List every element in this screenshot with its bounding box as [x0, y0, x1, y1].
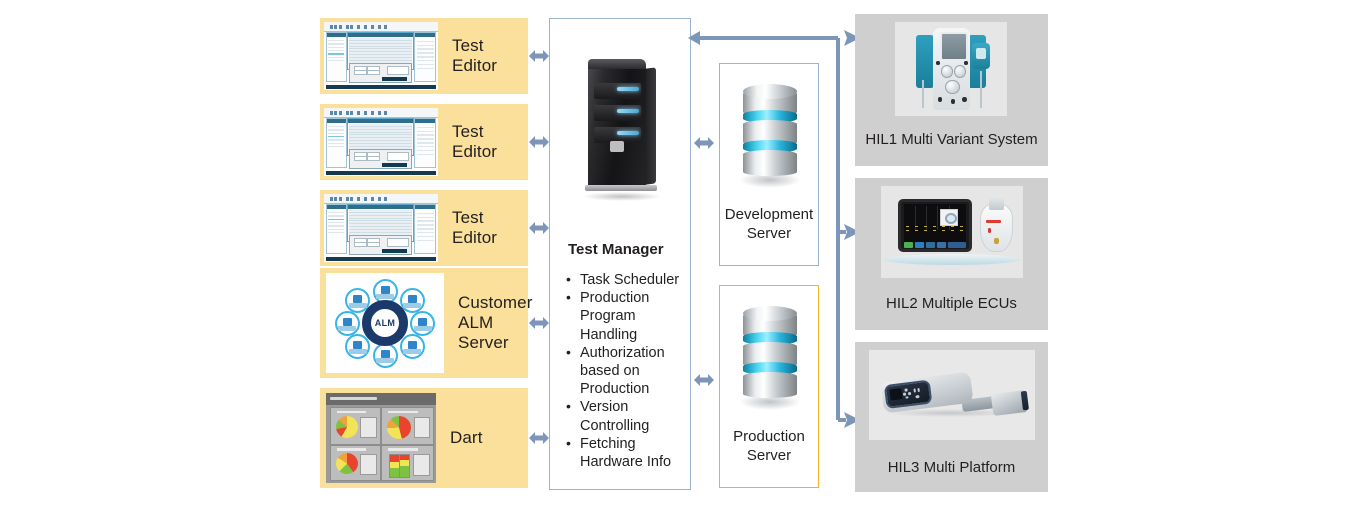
diagram-canvas: Test Editor Test Editor Test Editor ALM …	[0, 0, 1366, 506]
feature-item: Fetching Hardware Info	[564, 434, 682, 471]
connector-client3-to-manager	[528, 218, 550, 238]
patient-monitor-photo	[881, 186, 1023, 278]
feature-item: Production Program Handling	[564, 288, 682, 344]
connector-alm-to-manager	[528, 313, 550, 333]
test-editor-thumbnail-2	[324, 108, 438, 176]
feature-item: Authorization based on Production	[564, 343, 682, 399]
alm-center-ring: ALM	[362, 300, 408, 346]
test-editor-thumbnail-1	[324, 22, 438, 90]
hil-card-2[interactable]: HIL2 Multiple ECUs	[855, 178, 1048, 330]
client-label-5: Dart	[450, 427, 483, 447]
client-card-test-editor-1[interactable]: Test Editor	[320, 18, 528, 94]
feature-item: Task Scheduler	[564, 270, 682, 289]
alm-node-3	[410, 310, 436, 336]
client-label-4: Customer ALM Server	[458, 292, 533, 353]
client-card-dart[interactable]: Dart	[320, 388, 528, 488]
client-card-test-editor-2[interactable]: Test Editor	[320, 104, 528, 180]
client-label-1: Test Editor	[452, 35, 498, 75]
hil-card-3[interactable]: HIL3 Multi Platform	[855, 342, 1048, 492]
test-manager-feature-list: Task Scheduler Production Program Handli…	[564, 270, 682, 471]
dialysis-machine-photo	[895, 22, 1007, 116]
client-card-customer-alm-server[interactable]: ALM Customer ALM Server	[320, 268, 532, 378]
hil-card-1[interactable]: HIL1 Multi Variant System	[855, 14, 1048, 166]
connector-dart-to-manager	[528, 428, 550, 448]
feature-item: Version Controlling	[564, 397, 682, 434]
dart-dashboard	[326, 393, 436, 483]
alm-node-5	[372, 342, 398, 368]
alm-wheel-thumbnail: ALM	[326, 273, 444, 373]
hil-label-2: HIL2 Multiple ECUs	[886, 295, 1017, 312]
alm-node-7	[334, 310, 360, 336]
alm-wheel-diagram: ALM	[326, 273, 444, 373]
alm-ring-label: ALM	[374, 318, 396, 328]
dart-dashboard-thumbnail	[326, 393, 436, 483]
client-card-test-editor-3[interactable]: Test Editor	[320, 190, 528, 266]
hil-label-1: HIL1 Multi Variant System	[865, 131, 1038, 148]
test-manager-title: Test Manager	[568, 241, 664, 258]
connector-hil-bus	[686, 24, 866, 444]
test-manager-panel[interactable]: Test Manager Task Scheduler Production P…	[549, 18, 691, 490]
connector-client1-to-manager	[528, 46, 550, 66]
alm-node-4	[399, 333, 425, 359]
client-label-2: Test Editor	[452, 121, 498, 161]
ventilator-device-photo	[869, 350, 1035, 440]
test-editor-thumbnail-3	[324, 194, 438, 262]
client-label-3: Test Editor	[452, 207, 498, 247]
connector-client2-to-manager	[528, 132, 550, 152]
hil-label-3: HIL3 Multi Platform	[887, 459, 1016, 476]
